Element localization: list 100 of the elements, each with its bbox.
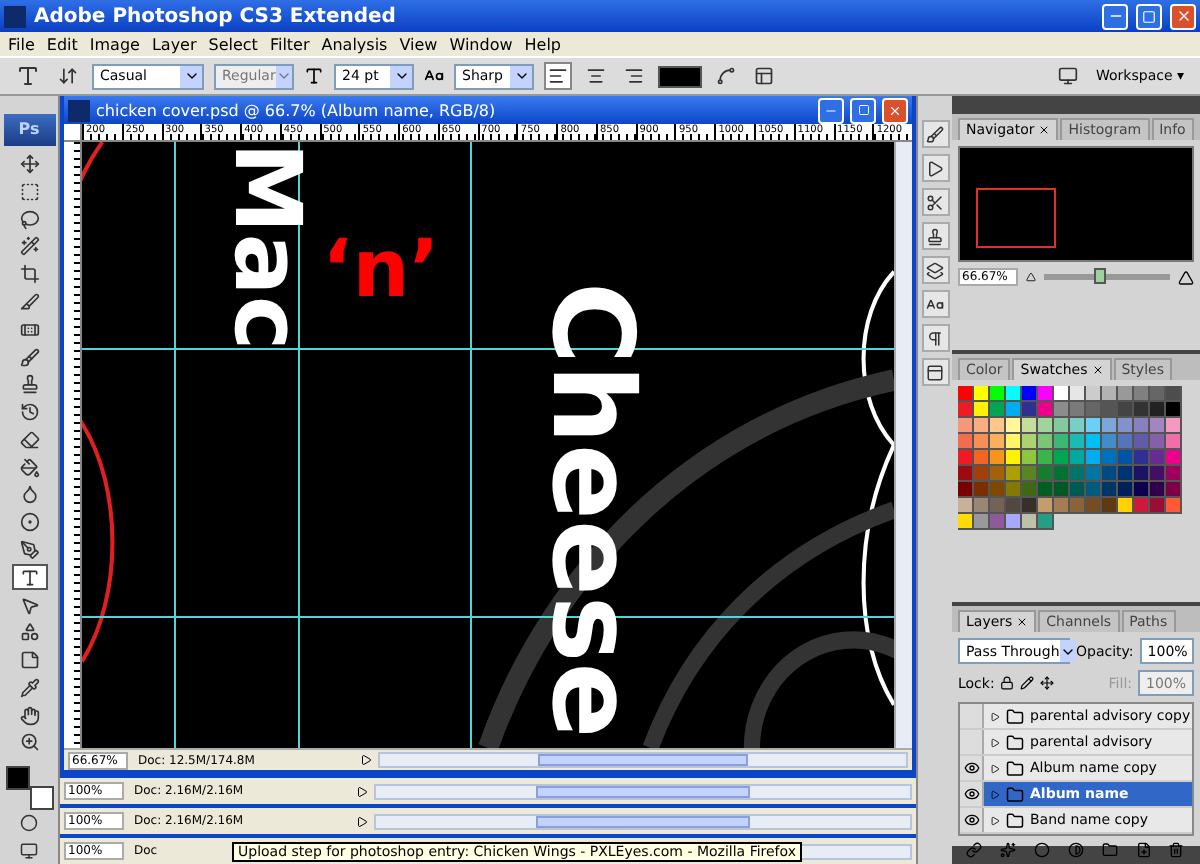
background-color-swatch[interactable] <box>29 785 53 810</box>
link-icon[interactable] <box>966 842 983 858</box>
palettes-icon <box>754 66 774 86</box>
horizontal-scrollbar[interactable] <box>374 813 912 829</box>
expand-icon[interactable] <box>990 789 1000 799</box>
bandage-icon <box>19 319 39 340</box>
text-color-swatch[interactable] <box>658 65 702 87</box>
folder-icon[interactable] <box>1101 842 1118 858</box>
dock-button[interactable] <box>921 120 949 148</box>
menu-item[interactable]: Select <box>202 35 264 53</box>
align-button[interactable] <box>544 62 572 90</box>
eye-icon <box>963 812 979 828</box>
pencil-icon[interactable] <box>1020 676 1035 690</box>
minimize-button[interactable] <box>818 97 844 123</box>
play-icon[interactable] <box>356 815 368 827</box>
dodge-icon <box>19 512 39 533</box>
tool-button[interactable] <box>11 564 47 591</box>
menu-item[interactable]: Analysis <box>315 35 394 53</box>
canvas-text: ‘n’ <box>322 230 440 310</box>
menu-item[interactable]: Window <box>443 35 519 53</box>
visibility-toggle[interactable] <box>960 730 984 754</box>
scrollbar-thumb[interactable] <box>536 815 750 827</box>
dock-button[interactable] <box>921 324 949 352</box>
effects-icon[interactable] <box>1000 842 1017 858</box>
paragraph-icon <box>926 329 944 347</box>
menu-item[interactable]: File <box>2 35 41 53</box>
dock-button[interactable] <box>921 154 949 182</box>
layers-icon <box>926 261 944 279</box>
trash-icon[interactable] <box>1168 842 1185 858</box>
menu-item[interactable]: Filter <box>263 35 316 53</box>
zoom-in-icon[interactable] <box>1178 269 1194 285</box>
close-icon[interactable] <box>1038 124 1051 136</box>
dock-button[interactable] <box>921 256 949 284</box>
menu-item[interactable]: Edit <box>40 35 84 53</box>
chevron-icon <box>275 68 292 84</box>
visibility-toggle[interactable] <box>960 782 984 806</box>
paint-bucket-icon <box>19 457 39 478</box>
new-layer-icon[interactable] <box>1135 842 1152 858</box>
move-icon[interactable] <box>1040 676 1055 690</box>
mask-icon <box>20 814 38 833</box>
slider-thumb[interactable] <box>1094 268 1107 284</box>
dock-button[interactable] <box>921 188 949 216</box>
visibility-toggle[interactable] <box>960 756 984 780</box>
dock-button[interactable] <box>921 290 949 318</box>
chevron-icon <box>183 68 199 84</box>
view-box <box>976 188 1056 248</box>
maximize-icon <box>1142 9 1156 23</box>
panel-icon <box>926 363 944 381</box>
history-icon <box>19 402 39 423</box>
scrollbar-thumb[interactable] <box>536 785 750 797</box>
menu-item[interactable]: Help <box>518 35 568 53</box>
mask-icon[interactable] <box>1034 842 1051 858</box>
canvas-text: Mac <box>222 142 314 351</box>
antialias-icon <box>424 66 444 86</box>
zoom-out-icon[interactable] <box>1026 272 1036 282</box>
close-icon[interactable] <box>1091 364 1104 376</box>
close-icon[interactable] <box>1016 616 1029 628</box>
horizontal-scrollbar[interactable] <box>378 752 908 768</box>
maximize-button[interactable] <box>850 97 876 123</box>
close-button[interactable] <box>882 97 908 123</box>
eyedropper-icon <box>19 677 39 698</box>
eye-icon <box>963 760 979 776</box>
knife-icon <box>19 291 39 312</box>
ps-logo: Ps <box>3 114 55 146</box>
close-button[interactable] <box>1170 3 1196 29</box>
orientation-icon <box>58 66 78 86</box>
eraser-icon <box>19 429 39 450</box>
foreground-color-swatch[interactable] <box>5 765 29 790</box>
warp-text-button[interactable] <box>712 62 740 90</box>
play-icon[interactable] <box>360 754 372 766</box>
expand-icon[interactable] <box>990 711 1000 721</box>
dock-button[interactable] <box>921 358 949 386</box>
maximize-icon <box>857 104 869 116</box>
dock-button[interactable] <box>921 222 949 250</box>
menu-item[interactable]: View <box>393 35 444 53</box>
vertical-scrollbar[interactable] <box>894 142 912 748</box>
warp-icon <box>716 66 736 86</box>
stamp-icon <box>926 227 944 245</box>
zoom-slider[interactable] <box>1044 274 1170 280</box>
visibility-toggle[interactable] <box>960 808 984 832</box>
expand-icon[interactable] <box>990 737 1000 747</box>
brush-icon <box>19 347 39 368</box>
visibility-toggle[interactable] <box>960 704 984 728</box>
menu-item[interactable]: Image <box>83 35 146 53</box>
lasso-icon <box>19 209 39 230</box>
scrollbar-thumb[interactable] <box>537 754 749 766</box>
maximize-button[interactable] <box>1136 3 1162 29</box>
minimize-button[interactable] <box>1102 3 1128 29</box>
play-icon[interactable] <box>356 785 368 797</box>
scissors-icon <box>926 193 944 211</box>
droplet-icon <box>19 484 39 505</box>
adjustment-icon[interactable] <box>1067 842 1084 858</box>
palettes-button[interactable] <box>750 62 778 90</box>
workspace-icon-button[interactable] <box>1054 62 1082 90</box>
app-logo-icon <box>4 5 26 27</box>
lock-icon[interactable] <box>1000 676 1015 690</box>
menu-item[interactable]: Layer <box>145 35 203 53</box>
expand-icon[interactable] <box>990 763 1000 773</box>
horizontal-scrollbar[interactable] <box>374 783 912 799</box>
expand-icon[interactable] <box>990 815 1000 825</box>
